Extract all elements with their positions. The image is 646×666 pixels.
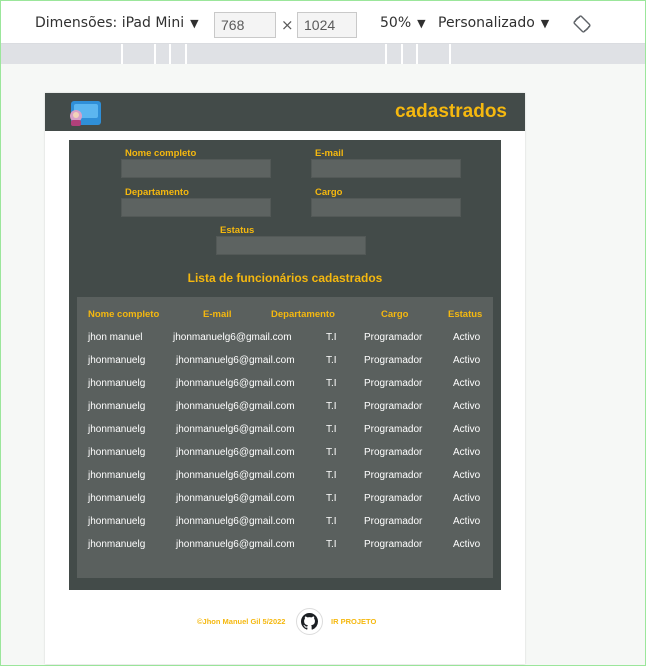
cell-role: Programador: [364, 493, 423, 504]
column-header-status: Estatus: [448, 309, 483, 320]
times-sign: ×: [281, 16, 294, 34]
device-dimensions-label: Dimensões: iPad Mini: [35, 15, 185, 31]
cell-email: jhonmanuelg6@gmail.com: [176, 539, 295, 550]
name-field[interactable]: [121, 159, 271, 178]
cell-status: Activo: [453, 355, 481, 366]
chevron-down-icon: ▼: [540, 16, 550, 30]
cell-name: jhonmanuelg: [88, 447, 146, 458]
cell-department: T.I: [326, 447, 337, 458]
throttle-dropdown[interactable]: Personalizado ▼: [438, 15, 549, 31]
github-icon: [301, 613, 318, 630]
page-title: cadastrados: [395, 101, 507, 122]
employees-table: Nome completo E-mail Departamento Cargo …: [77, 297, 493, 578]
column-header-email: E-mail: [203, 309, 232, 320]
column-header-department: Departamento: [271, 309, 335, 320]
cell-email: jhonmanuelg6@gmail.com: [176, 378, 295, 389]
cell-status: Activo: [453, 424, 481, 435]
cell-name: jhonmanuelg: [88, 470, 146, 481]
rotate-icon[interactable]: [573, 15, 591, 33]
github-link[interactable]: [296, 608, 323, 635]
cell-department: T.I: [326, 539, 337, 550]
throttle-label: Personalizado: [438, 15, 535, 31]
status-label: Estatus: [220, 225, 255, 236]
cell-name: jhonmanuelg: [88, 424, 146, 435]
cell-role: Programador: [364, 424, 423, 435]
project-link[interactable]: IR PROJETO: [331, 617, 376, 626]
logo-icon: [70, 101, 101, 126]
cell-department: T.I: [326, 516, 337, 527]
cell-name: jhonmanuelg: [88, 355, 146, 366]
cell-role: Programador: [364, 332, 423, 343]
cell-name: jhonmanuelg: [88, 539, 146, 550]
cell-role: Programador: [364, 539, 423, 550]
cell-department: T.I: [326, 378, 337, 389]
page-header: cadastrados: [45, 93, 525, 131]
cell-role: Programador: [364, 378, 423, 389]
cell-status: Activo: [453, 470, 481, 481]
device-dimensions-dropdown[interactable]: Dimensões: iPad Mini ▼: [35, 15, 199, 31]
cell-department: T.I: [326, 401, 337, 412]
chevron-down-icon: ▼: [417, 16, 426, 30]
column-header-role: Cargo: [381, 309, 409, 320]
cell-department: T.I: [326, 332, 337, 343]
media-query-ruler: [1, 44, 645, 64]
cell-status: Activo: [453, 516, 481, 527]
cell-status: Activo: [453, 539, 481, 550]
email-label: E-mail: [315, 148, 344, 159]
cell-role: Programador: [364, 401, 423, 412]
cell-email: jhonmanuelg6@gmail.com: [176, 516, 295, 527]
cell-department: T.I: [326, 470, 337, 481]
email-field[interactable]: [311, 159, 461, 178]
name-label: Nome completo: [125, 148, 197, 159]
cell-email: jhonmanuelg6@gmail.com: [176, 355, 295, 366]
cell-status: Activo: [453, 493, 481, 504]
cell-name: jhonmanuelg: [88, 378, 146, 389]
cell-email: jhonmanuelg6@gmail.com: [176, 447, 295, 458]
cell-name: jhonmanuelg: [88, 493, 146, 504]
cell-role: Programador: [364, 470, 423, 481]
chevron-down-icon: ▼: [190, 16, 199, 30]
cell-status: Activo: [453, 401, 481, 412]
zoom-label: 50%: [380, 15, 412, 31]
column-header-name: Nome completo: [88, 309, 160, 320]
cell-role: Programador: [364, 355, 423, 366]
copyright-text: ©Jhon Manuel Gil 5/2022: [197, 617, 286, 626]
cell-name: jhon manuel: [88, 332, 143, 343]
device-toolbar: Dimensões: iPad Mini ▼ × 50% ▼ Personali…: [1, 1, 645, 44]
cell-role: Programador: [364, 447, 423, 458]
emulated-page: cadastrados Nome completo E-mail Departa…: [45, 93, 525, 664]
cell-department: T.I: [326, 355, 337, 366]
cell-status: Activo: [453, 447, 481, 458]
role-field[interactable]: [311, 198, 461, 217]
cell-email: jhonmanuelg6@gmail.com: [176, 493, 295, 504]
cell-name: jhonmanuelg: [88, 401, 146, 412]
role-label: Cargo: [315, 187, 343, 198]
cell-email: jhonmanuelg6@gmail.com: [176, 470, 295, 481]
cell-email: jhonmanuelg6@gmail.com: [173, 332, 292, 343]
cell-email: jhonmanuelg6@gmail.com: [176, 424, 295, 435]
list-title: Lista de funcionários cadastrados: [187, 271, 383, 285]
cell-name: jhonmanuelg: [88, 516, 146, 527]
cell-status: Activo: [453, 378, 481, 389]
cell-role: Programador: [364, 516, 423, 527]
device-width-input[interactable]: [214, 12, 276, 38]
form-panel: Nome completo E-mail Departamento Cargo …: [69, 140, 501, 590]
cell-department: T.I: [326, 424, 337, 435]
cell-department: T.I: [326, 493, 337, 504]
department-field[interactable]: [121, 198, 271, 217]
status-field[interactable]: [216, 236, 366, 255]
cell-status: Activo: [453, 332, 481, 343]
department-label: Departamento: [125, 187, 189, 198]
zoom-dropdown[interactable]: 50% ▼: [380, 15, 426, 31]
device-height-input[interactable]: [297, 12, 357, 38]
cell-email: jhonmanuelg6@gmail.com: [176, 401, 295, 412]
